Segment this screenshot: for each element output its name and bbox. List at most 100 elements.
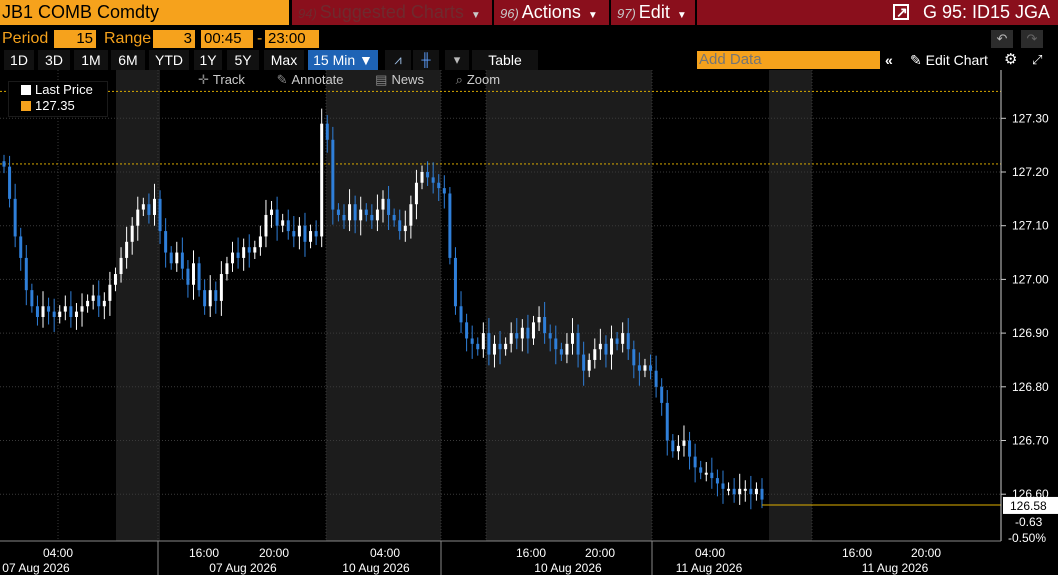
candle-body	[760, 488, 764, 500]
candle-body	[180, 252, 184, 269]
x-time-label: 20:00	[259, 546, 289, 560]
candle-body	[281, 220, 285, 226]
legend-series-label: Last Price	[35, 82, 93, 97]
candle-body	[219, 274, 223, 301]
candle-body	[125, 241, 129, 258]
candle-body	[682, 440, 686, 446]
candle-body	[699, 467, 703, 473]
price-chart[interactable]: 127.30 127.20 127.10 127.00 126.90 126.80 126.…	[0, 0, 1058, 575]
candle-body	[364, 209, 368, 215]
candle-body	[41, 306, 45, 317]
candle-body	[375, 209, 379, 221]
session-shade	[326, 70, 441, 541]
legend-value: 127.35	[9, 98, 107, 114]
candle-body	[392, 214, 396, 221]
candle-body	[398, 220, 402, 232]
candle-body	[86, 300, 90, 307]
candle-body	[342, 214, 346, 221]
candle-body	[598, 343, 602, 350]
candle-body	[35, 306, 39, 317]
x-date-label: 10 Aug 2026	[342, 561, 410, 575]
candle-body	[749, 488, 753, 495]
candle-body	[387, 198, 391, 215]
candle-body	[8, 166, 12, 199]
candle-body	[693, 456, 697, 468]
candle-body	[504, 343, 508, 350]
candle-body	[715, 478, 719, 484]
candle-body	[52, 311, 56, 317]
candle-body	[476, 343, 480, 350]
session-shade	[486, 70, 652, 541]
candle-body	[275, 209, 279, 226]
y-tick-label: 127.10	[1012, 219, 1049, 233]
zoom-tool[interactable]: ⌕ Zoom	[456, 72, 515, 87]
candle-body	[242, 247, 246, 258]
candle-body	[225, 263, 229, 275]
candle-body	[63, 306, 67, 312]
candle-body	[108, 284, 112, 301]
y-tick-label: 127.00	[1012, 272, 1049, 286]
candle-body	[186, 268, 190, 285]
annotate-tool[interactable]: ✎ Annotate	[277, 72, 358, 87]
candle-body	[80, 306, 84, 312]
candle-body	[621, 333, 625, 344]
candle-body	[732, 488, 736, 495]
candle-body	[738, 488, 742, 495]
candle-body	[58, 311, 62, 317]
x-time-label: 20:00	[911, 546, 941, 560]
x-time-label: 04:00	[370, 546, 400, 560]
candle-body	[442, 188, 446, 194]
x-date-label: 07 Aug 2026	[2, 561, 70, 575]
chart-legend[interactable]: Last Price 127.35	[8, 81, 108, 117]
candle-body	[565, 343, 569, 355]
candle-body	[615, 338, 619, 344]
candle-body	[348, 204, 352, 221]
candle-body	[331, 139, 335, 210]
candle-body	[292, 231, 296, 237]
news-tool[interactable]: ▤ News	[375, 72, 438, 87]
candle-body	[102, 300, 106, 307]
candle-body	[498, 343, 502, 350]
candle-body	[197, 263, 201, 291]
candle-body	[336, 209, 340, 215]
candle-body	[548, 333, 552, 339]
y-tick-label: 126.90	[1012, 326, 1049, 340]
x-time-label: 16:00	[516, 546, 546, 560]
annotate-label: Annotate	[291, 72, 344, 87]
x-time-label: 20:00	[585, 546, 615, 560]
candle-body	[637, 365, 641, 371]
x-time-label: 04:00	[43, 546, 73, 560]
x-date-label: 11 Aug 2026	[676, 561, 743, 575]
candle-body	[119, 257, 123, 275]
candle-body	[164, 231, 168, 253]
candle-body	[481, 333, 485, 350]
candle-body	[297, 225, 301, 237]
candle-body	[253, 247, 257, 253]
candle-body	[509, 333, 513, 344]
x-time-label: 04:00	[695, 546, 725, 560]
candle-body	[649, 365, 653, 371]
last-price-label: 126.58	[1010, 499, 1047, 513]
x-date-label: 11 Aug 2026	[862, 561, 929, 575]
candle-body	[554, 338, 558, 350]
candle-body	[676, 445, 680, 452]
candle-body	[721, 483, 725, 489]
chart-tools: ✛ Track ✎ Annotate ▤ News ⌕ Zoom	[198, 72, 528, 89]
y-tick-label: 126.70	[1012, 434, 1049, 448]
candle-body	[665, 402, 669, 441]
candle-body	[465, 322, 469, 339]
candle-body	[414, 182, 418, 205]
candle-body	[370, 214, 374, 221]
candle-body	[571, 333, 574, 344]
candle-body	[582, 354, 586, 371]
legend-swatch-value	[21, 101, 31, 111]
candle-body	[141, 204, 145, 210]
candle-body	[437, 182, 441, 189]
track-tool[interactable]: ✛ Track	[198, 72, 259, 87]
candle-body	[303, 225, 307, 242]
candle-body	[258, 236, 262, 248]
candle-body	[113, 274, 117, 285]
candle-body	[203, 290, 207, 307]
zoom-label: Zoom	[466, 72, 501, 87]
candle-body	[130, 225, 134, 242]
